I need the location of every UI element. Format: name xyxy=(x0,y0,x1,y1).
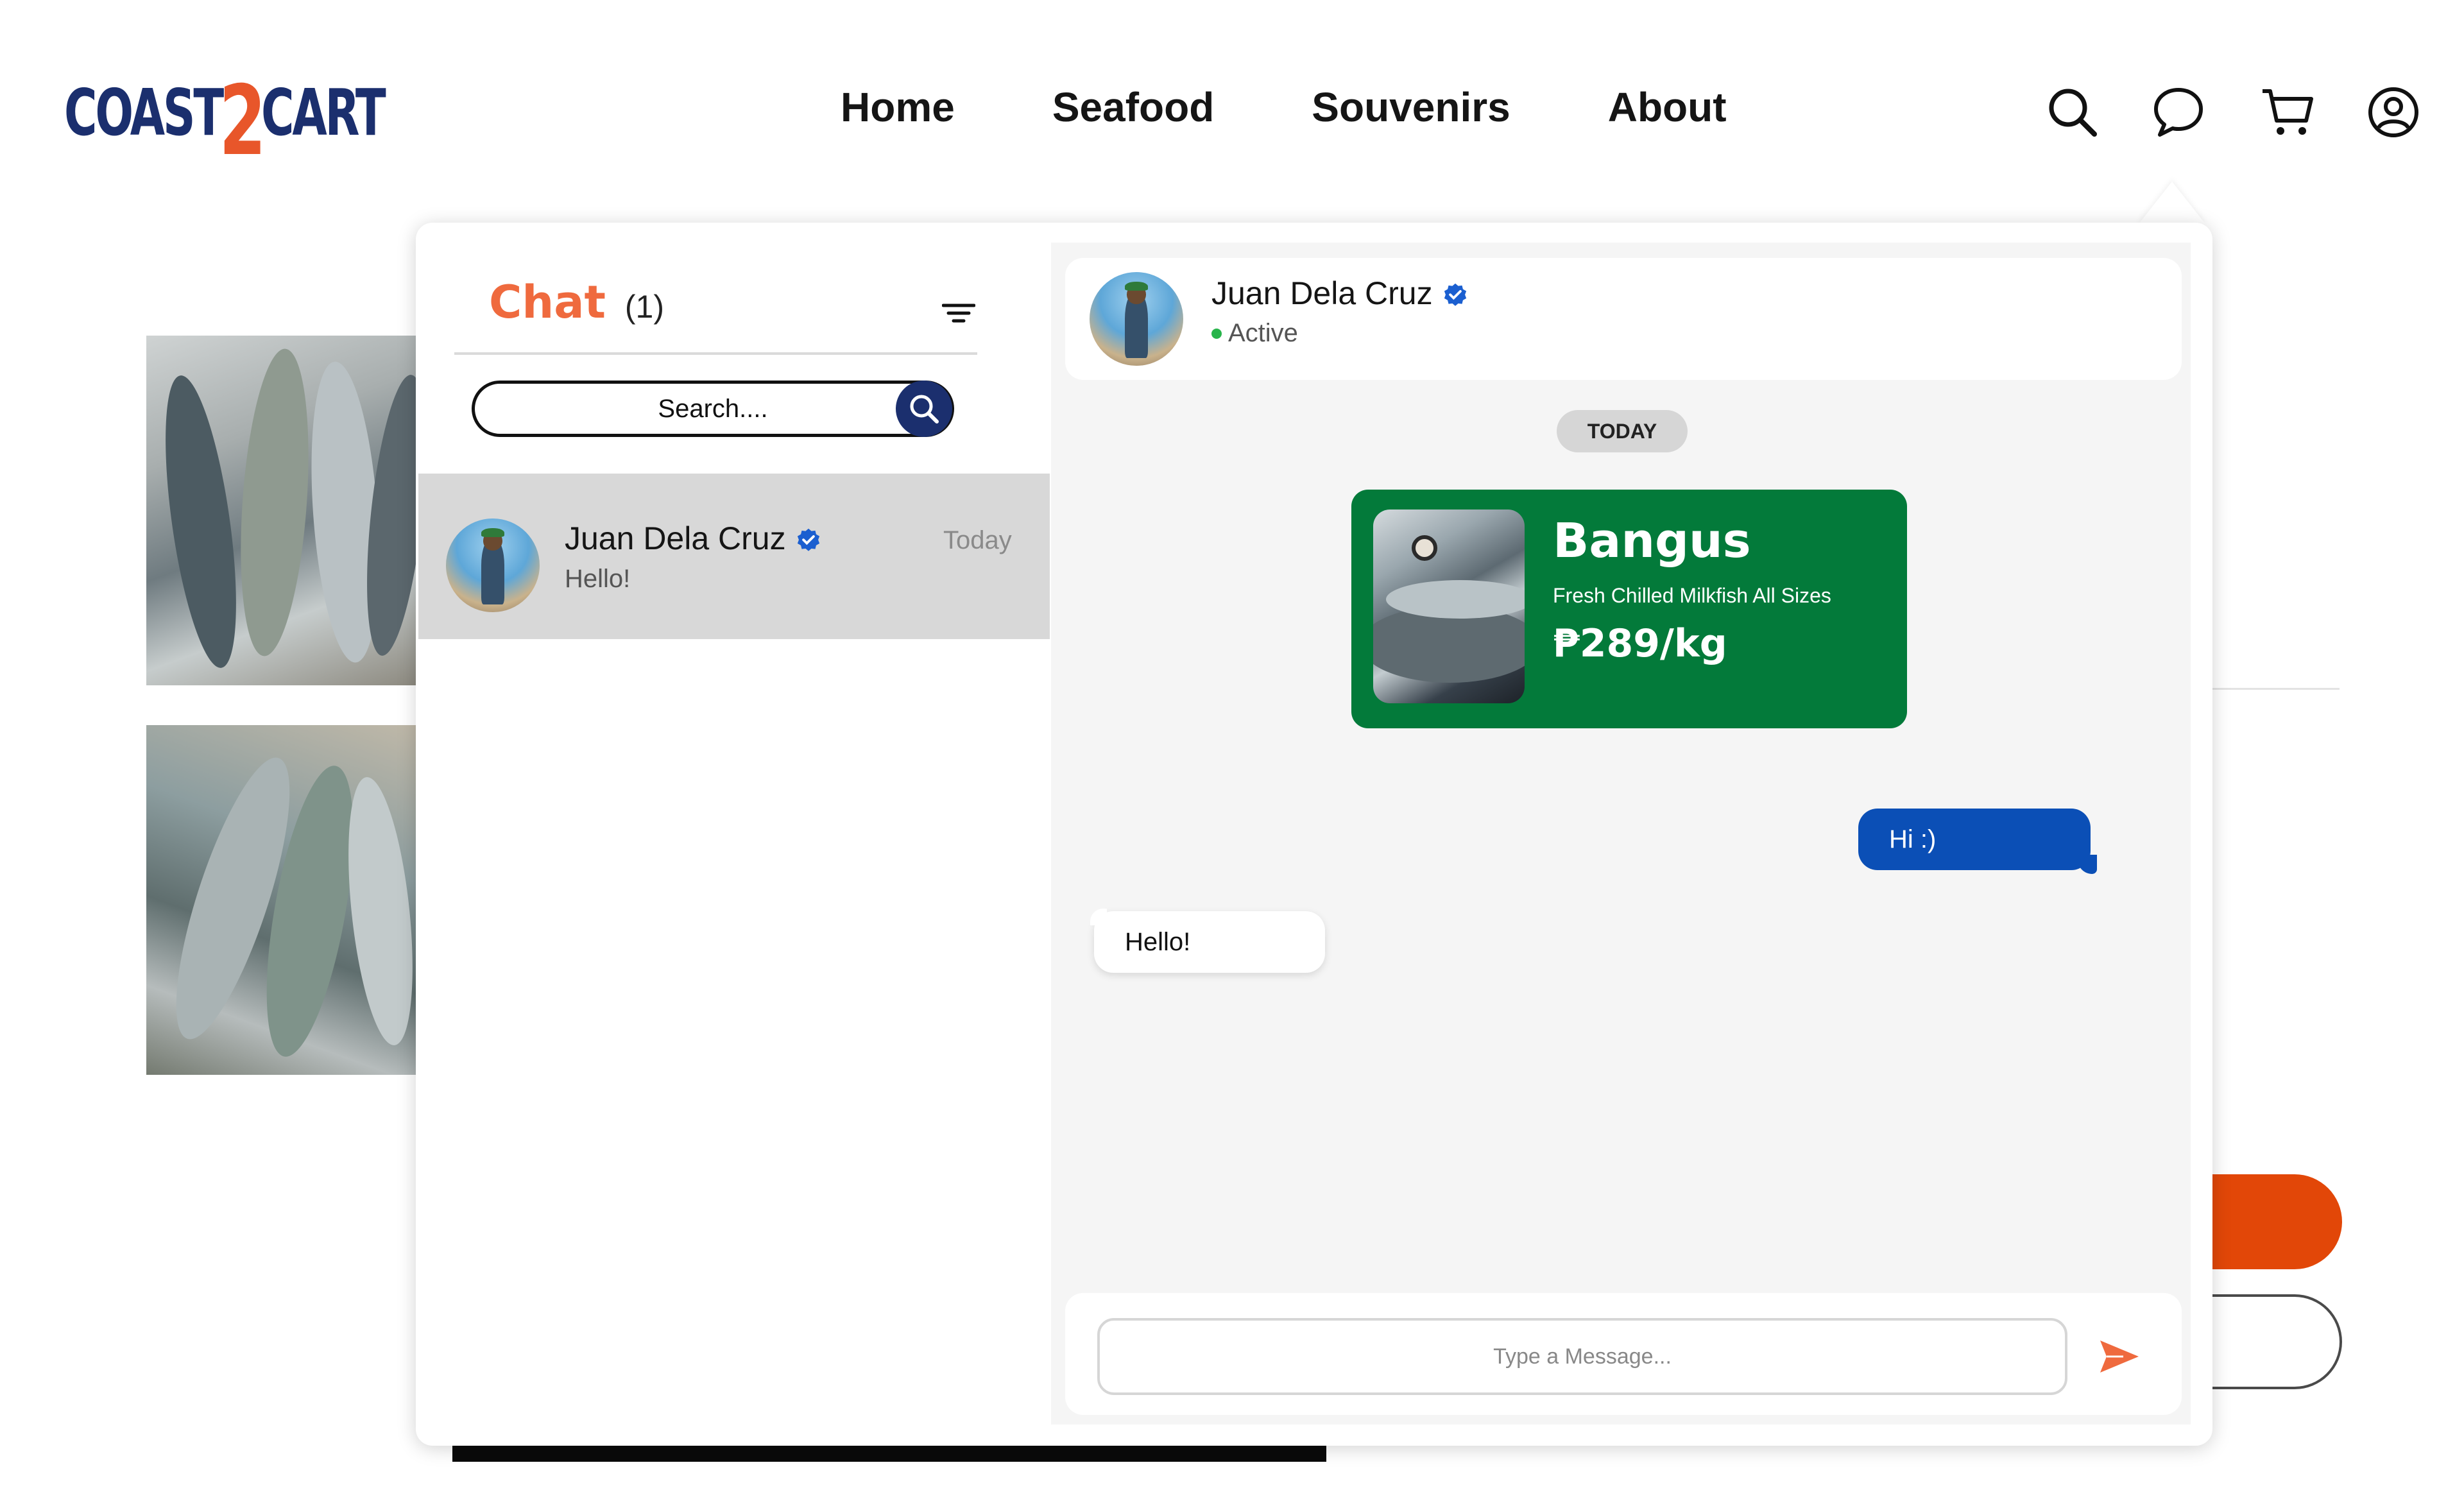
search-icon xyxy=(2049,89,2097,137)
background-divider xyxy=(2194,688,2340,690)
cart-icon xyxy=(2263,89,2313,135)
background-bar xyxy=(452,1444,1326,1462)
product-price: ₱289/kg xyxy=(1553,621,1727,666)
message-incoming: Hello! xyxy=(1090,909,1325,973)
message-input[interactable] xyxy=(1097,1318,2067,1395)
nav-seafood[interactable]: Seafood xyxy=(1052,83,1214,131)
verified-badge-icon xyxy=(797,528,819,551)
message-outgoing-text: Hi :) xyxy=(1889,825,1937,853)
contact-name: Juan Dela Cruz xyxy=(1211,275,1469,312)
chat-header: Chat (1) xyxy=(489,276,664,329)
conversation-preview: Hello! xyxy=(565,565,631,593)
send-button[interactable] xyxy=(2097,1336,2142,1377)
contact-name-text: Juan Dela Cruz xyxy=(1211,275,1433,311)
chat-header-divider xyxy=(454,352,977,355)
date-divider: TODAY xyxy=(1557,410,1688,452)
chat-icon xyxy=(2154,88,2203,137)
conversation-name-text: Juan Dela Cruz xyxy=(565,520,786,556)
contact-avatar[interactable] xyxy=(1090,272,1183,366)
account-icon xyxy=(2368,87,2418,137)
product-thumbnail-2[interactable] xyxy=(146,725,416,1075)
nav-home[interactable]: Home xyxy=(841,83,955,131)
search-icon xyxy=(910,395,939,424)
chat-popup-pointer xyxy=(2139,182,2205,224)
main-nav: Home Seafood Souvenirs About xyxy=(841,83,1824,131)
chat-title: Chat xyxy=(489,276,606,329)
cart-button[interactable] xyxy=(2259,83,2316,141)
conversation-avatar xyxy=(446,518,540,612)
status-dot xyxy=(1211,328,1222,339)
send-icon xyxy=(2100,1340,2139,1373)
logo-text-2: 2 xyxy=(219,65,266,177)
chat-search-input[interactable] xyxy=(475,393,951,424)
logo-text-coast: COAST xyxy=(64,74,224,150)
chat-search-box xyxy=(472,381,954,437)
filter-icon[interactable] xyxy=(942,302,975,325)
logo-text-cart: CART xyxy=(261,74,386,150)
product-thumbnail-1[interactable] xyxy=(146,336,416,685)
nav-souvenirs[interactable]: Souvenirs xyxy=(1312,83,1510,131)
search-button[interactable] xyxy=(2044,83,2101,141)
nav-about[interactable]: About xyxy=(1608,83,1727,131)
product-image xyxy=(1373,510,1525,703)
conversation-time: Today xyxy=(943,526,1012,554)
product-description: Fresh Chilled Milkfish All Sizes xyxy=(1553,584,1831,607)
chat-count: (1) xyxy=(624,289,665,325)
account-button[interactable] xyxy=(2365,83,2422,141)
product-name: Bangus xyxy=(1553,513,1751,569)
contact-status: Active xyxy=(1211,319,1298,348)
contact-status-text: Active xyxy=(1228,319,1298,347)
chat-button[interactable] xyxy=(2150,83,2207,141)
conversation-name: Juan Dela Cruz xyxy=(565,520,822,557)
message-outgoing: Hi :) xyxy=(1858,809,2097,874)
verified-badge-icon xyxy=(1444,283,1466,306)
site-logo[interactable]: COAST 2 CART xyxy=(64,64,386,177)
chat-search-button[interactable] xyxy=(896,381,952,437)
message-incoming-text: Hello! xyxy=(1125,927,1191,956)
